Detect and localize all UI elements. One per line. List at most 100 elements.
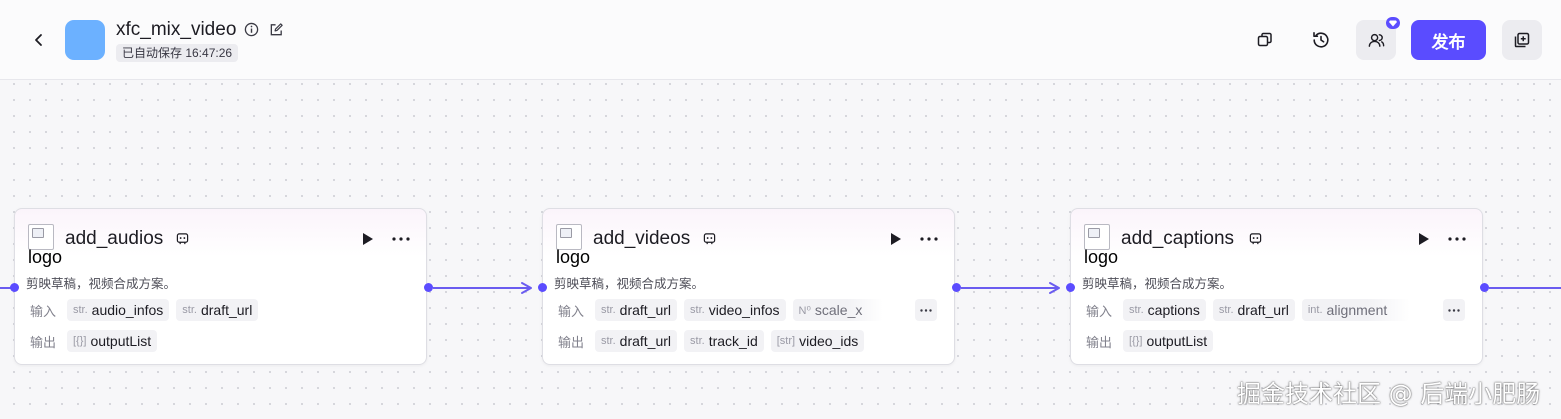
plugin-icon [1248, 231, 1262, 245]
input-label: 输入 [1086, 303, 1113, 319]
node-input-port[interactable] [538, 283, 547, 292]
node-add-captions[interactable]: logo add_captions 剪映草稿，视频合成方案。 输入 str. ca… [1070, 208, 1483, 365]
edit-icon[interactable] [268, 21, 285, 38]
node-add-audios[interactable]: logo add_audios 剪映草稿，视频合成方案。 输入 str. audi… [14, 208, 427, 365]
node-logo-alt-text: logo [28, 247, 63, 267]
param-name: outputList [90, 333, 152, 349]
input-param: str. draft_url [1212, 299, 1295, 321]
history-icon [1313, 31, 1329, 48]
node-menu-button[interactable] [1446, 230, 1468, 248]
param-type: N⁰ [798, 304, 811, 317]
param-type: int. [1307, 304, 1323, 316]
node-outputs: 输出 [{}] outputList [30, 330, 158, 352]
node-input-port[interactable] [1066, 283, 1075, 292]
node-add-videos[interactable]: logo add_videos 剪映草稿，视频合成方案。 输入 str. draf… [542, 208, 955, 365]
play-icon [890, 233, 901, 245]
title-actions [243, 21, 285, 38]
output-label: 输出 [30, 334, 57, 350]
run-node-button[interactable] [359, 231, 375, 247]
output-param: str. track_id [684, 330, 764, 352]
more-horizontal-icon [1448, 308, 1460, 312]
param-name: video_infos [708, 302, 780, 318]
copy-icon [1257, 32, 1272, 47]
input-param: str. draft_url [595, 299, 678, 321]
workflow-title: xfc_mix_video [116, 19, 237, 40]
output-label: 输出 [1086, 334, 1113, 350]
copy-button[interactable] [1245, 20, 1285, 60]
node-description: 剪映草稿，视频合成方案。 [1082, 277, 1233, 291]
node-output-port[interactable] [424, 283, 433, 292]
param-name: draft_url [1237, 302, 1289, 318]
plugin-icon [702, 231, 716, 245]
more-horizontal-icon [392, 237, 410, 241]
edge-audios-videos [433, 287, 529, 289]
param-type: [str] [776, 335, 796, 347]
output-param: [{}] outputList [67, 330, 158, 352]
output-param: [{}] outputList [1123, 330, 1214, 352]
output-param: str. draft_url [595, 330, 678, 352]
param-name: draft_url [619, 302, 672, 318]
param-name: video_ids [799, 333, 859, 349]
input-label: 输入 [558, 303, 585, 319]
run-node-button[interactable] [1415, 231, 1431, 247]
info-icon[interactable] [243, 21, 260, 38]
node-description: 剪映草稿，视频合成方案。 [26, 277, 177, 291]
node-output-port[interactable] [952, 283, 961, 292]
param-name: track_id [708, 333, 758, 349]
collaborators-button[interactable] [1356, 17, 1400, 60]
play-icon [1418, 233, 1429, 245]
input-param: str. audio_infos [67, 299, 170, 321]
more-inputs-button[interactable] [915, 299, 937, 321]
input-param: N⁰ scale_x [792, 299, 883, 321]
node-title: add_captions [1121, 228, 1235, 249]
node-outputs: 输出 str. draft_url str. track_id [str] video… [558, 330, 865, 352]
node-menu-button[interactable] [918, 230, 940, 248]
node-logo-alt-text: logo [556, 247, 591, 267]
param-type: str. [1129, 304, 1144, 316]
arrow-head-icon [1049, 282, 1060, 294]
param-name: alignment [1326, 302, 1388, 318]
input-param: int. alignment [1301, 299, 1410, 321]
param-name: audio_infos [91, 302, 164, 318]
watermark-text: 掘金技术社区 @ 后端小肥肠 [1237, 380, 1541, 408]
node-output-port[interactable] [1480, 283, 1489, 292]
param-name: outputList [1146, 333, 1208, 349]
param-type: str. [601, 335, 616, 347]
more-horizontal-icon [1448, 237, 1466, 241]
node-logo-alt-text: logo [1084, 247, 1119, 267]
node-description: 剪映草稿，视频合成方案。 [554, 277, 705, 291]
arrow-head-icon [521, 282, 532, 294]
input-param: str. draft_url [176, 299, 259, 321]
node-inputs: 输入 str. draft_url str. video_infos N⁰ scale… [558, 299, 883, 321]
node-outputs: 输出 [{}] outputList [1086, 330, 1214, 352]
node-menu-button[interactable] [390, 230, 412, 248]
param-type: str. [601, 304, 616, 316]
node-title: add_videos [593, 228, 691, 249]
chevron-left-icon [35, 34, 42, 46]
autosave-status: 已自动保存 16:47:26 [116, 44, 239, 62]
users-icon [1368, 33, 1384, 47]
param-name: captions [1147, 302, 1200, 318]
output-param: [str] video_ids [770, 330, 865, 352]
node-input-port[interactable] [10, 283, 19, 292]
node-inputs: 输入 str. audio_infos str. draft_url [30, 299, 259, 321]
input-param: str. video_infos [684, 299, 786, 321]
input-label: 输入 [30, 303, 57, 319]
node-inputs: 输入 str. captions str. draft_url int. alignm… [1086, 299, 1410, 321]
history-button[interactable] [1301, 20, 1341, 60]
param-type: str. [1218, 304, 1234, 316]
app-icon [65, 20, 105, 60]
top-toolbar: xfc_mix_video 已自动保存 16:47:26 发布 [0, 0, 1561, 80]
edge-outgoing [1489, 287, 1561, 289]
param-type: [{}] [1129, 335, 1143, 347]
diamond-badge-icon [1386, 17, 1400, 29]
back-button[interactable] [26, 27, 52, 53]
plugin-icon [175, 231, 189, 245]
param-type: str. [690, 335, 705, 347]
publish-button[interactable]: 发布 [1411, 20, 1486, 60]
add-panel-button[interactable] [1502, 20, 1542, 60]
edge-videos-captions [961, 287, 1057, 289]
run-node-button[interactable] [887, 231, 903, 247]
param-type: [{}] [73, 335, 87, 347]
more-inputs-button[interactable] [1443, 299, 1465, 321]
